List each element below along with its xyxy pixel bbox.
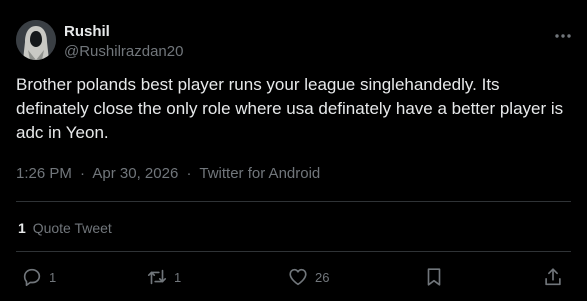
more-options-button[interactable] (551, 24, 575, 48)
avatar[interactable] (16, 20, 56, 60)
meta-separator: · (80, 165, 86, 182)
tweet-date[interactable]: Apr 30, 2026 (92, 165, 178, 182)
quote-label: Quote Tweet (32, 220, 112, 236)
share-icon (545, 268, 561, 286)
like-count: 26 (315, 269, 330, 285)
tweet-source[interactable]: Twitter for Android (199, 165, 320, 182)
tweet-card: Rushil @Rushilrazdan20 Brother polands b… (0, 0, 587, 301)
heart-icon (289, 268, 307, 286)
share-button[interactable] (542, 264, 564, 290)
meta-separator: · (186, 165, 192, 182)
divider (16, 201, 571, 202)
tweet-time[interactable]: 1:26 PM (16, 165, 72, 182)
retweet-count: 1 (174, 269, 182, 285)
bookmark-icon (427, 268, 441, 286)
handle[interactable]: @Rushilrazdan20 (64, 42, 183, 62)
display-name[interactable]: Rushil (64, 22, 183, 42)
tweet-text: Brother polands best player runs your le… (16, 75, 564, 142)
reply-icon (23, 268, 41, 287)
quote-count: 1 (18, 220, 26, 236)
hooded-figure-avatar-icon (16, 20, 56, 60)
divider (16, 251, 571, 252)
retweet-icon (147, 269, 167, 285)
reply-button[interactable]: 1 (21, 264, 56, 290)
like-button[interactable]: 26 (287, 264, 329, 290)
more-icon (555, 34, 571, 38)
retweet-button[interactable]: 1 (146, 264, 181, 290)
action-bar: 1 1 26 (0, 264, 587, 290)
tweet-meta: 1:26 PM · Apr 30, 2026 · Twitter for And… (16, 164, 320, 184)
quote-tweets-stat[interactable]: 1 Quote Tweet (18, 218, 112, 238)
bookmark-button[interactable] (423, 264, 445, 290)
author-block: Rushil @Rushilrazdan20 (64, 22, 183, 62)
reply-count: 1 (49, 269, 57, 285)
